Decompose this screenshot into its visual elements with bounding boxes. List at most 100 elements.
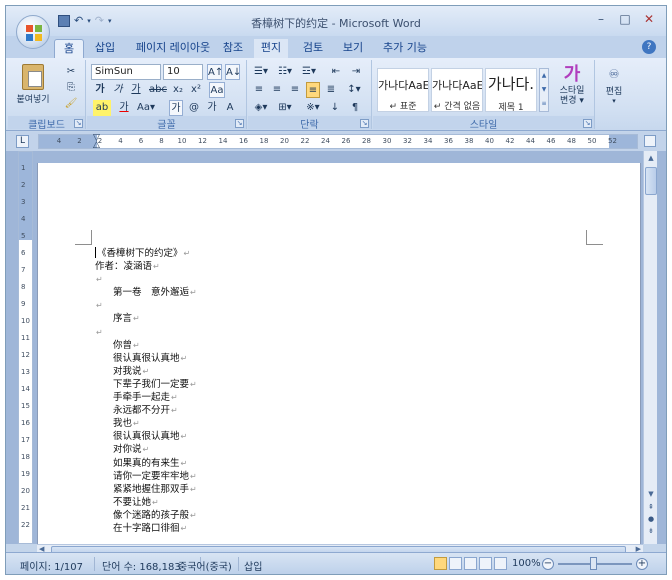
align-left-icon[interactable]: ≡ bbox=[252, 82, 266, 98]
tab-mailings[interactable]: 편지 bbox=[254, 39, 288, 58]
insert-mode[interactable]: 삽입 bbox=[244, 558, 262, 573]
office-button[interactable] bbox=[16, 15, 50, 49]
font-name-input[interactable]: SimSun bbox=[91, 64, 161, 80]
font-size-input[interactable]: 10 bbox=[163, 64, 203, 80]
document-line[interactable]: 你曾↵ bbox=[95, 339, 575, 352]
scroll-up-icon[interactable]: ▲ bbox=[645, 151, 657, 165]
tab-view[interactable]: 보기 bbox=[338, 39, 368, 58]
print-layout-icon[interactable] bbox=[434, 557, 447, 570]
cut-icon[interactable]: ✂ bbox=[64, 64, 78, 80]
scroll-down-icon[interactable]: ▼ bbox=[645, 487, 657, 501]
full-screen-reading-icon[interactable] bbox=[449, 557, 462, 570]
next-page-icon[interactable]: ⇟ bbox=[646, 527, 656, 537]
previous-page-icon[interactable]: ⇞ bbox=[646, 503, 656, 513]
style-heading1[interactable]: 가나다. 제목 1 bbox=[485, 68, 537, 113]
strikethrough-icon[interactable]: abc bbox=[149, 82, 167, 98]
style-normal[interactable]: 가나다AaE ↵ 표준 bbox=[377, 68, 429, 112]
clear-format-icon[interactable]: A bbox=[223, 100, 237, 116]
browse-object-icon[interactable]: ● bbox=[646, 515, 656, 525]
document-line[interactable]: 如果真的有来生↵ bbox=[95, 457, 575, 470]
shrink-font-icon[interactable]: A↓ bbox=[225, 64, 241, 80]
document-page[interactable]: 《香樟树下的约定》↵ 作者：凌涵语↵ ↵ 第一卷 意外邂逅↵ ↵ 序言↵ ↵ 你曾↵ 很认真很认… bbox=[37, 163, 641, 544]
paragraph-launcher-icon[interactable]: ↘ bbox=[360, 119, 369, 128]
styles-scroll[interactable]: ▲ ▼ ≡ bbox=[539, 68, 549, 112]
bold-icon[interactable]: 가 bbox=[93, 82, 107, 98]
document-line[interactable]: 《香樟树下的约定》↵ bbox=[95, 247, 575, 260]
tab-selector[interactable]: L bbox=[16, 135, 29, 148]
document-line[interactable]: 作者：凌涵语↵ bbox=[95, 260, 575, 273]
document-line[interactable]: ↵ bbox=[95, 299, 575, 312]
font-size-menu-icon[interactable]: Aa▾ bbox=[137, 100, 155, 116]
vertical-scrollbar[interactable]: ▲ ▼ ⇞ ● ⇟ bbox=[643, 151, 657, 544]
change-case-icon[interactable]: Aa bbox=[209, 82, 225, 98]
document-line[interactable]: 像个迷路的孩子般↵ bbox=[95, 509, 575, 522]
clipboard-launcher-icon[interactable]: ↘ bbox=[74, 119, 83, 128]
tab-references[interactable]: 참조 bbox=[218, 39, 248, 58]
enclose-char-icon[interactable]: @ bbox=[187, 100, 201, 116]
format-painter-icon[interactable]: 🖌 bbox=[64, 96, 78, 112]
show-marks-icon[interactable]: ¶ bbox=[348, 100, 362, 116]
tab-page-layout[interactable]: 페이지 레이아웃 bbox=[130, 39, 216, 58]
tab-review[interactable]: 검토 bbox=[298, 39, 328, 58]
shading-icon[interactable]: ◈▾ bbox=[252, 100, 270, 116]
asian-layout-icon[interactable]: ※▾ bbox=[304, 100, 322, 116]
document-line[interactable]: 对你说↵ bbox=[95, 443, 575, 456]
language[interactable]: 중국어(중국) bbox=[178, 558, 232, 573]
vertical-scroll-thumb[interactable] bbox=[645, 167, 657, 195]
document-line[interactable]: ↵ bbox=[95, 326, 575, 339]
decrease-indent-icon[interactable]: ⇤ bbox=[328, 64, 344, 80]
line-spacing-icon[interactable]: ↕▾ bbox=[344, 82, 364, 98]
document-line[interactable]: 很认真很认真地↵ bbox=[95, 352, 575, 365]
superscript-icon[interactable]: x² bbox=[189, 82, 203, 98]
word-count[interactable]: 단어 수: 168,183 bbox=[102, 558, 181, 573]
underline-icon[interactable]: 가 bbox=[129, 82, 143, 98]
document-line[interactable]: 下辈子我们一定要↵ bbox=[95, 378, 575, 391]
document-line[interactable]: 第一卷 意外邂逅↵ bbox=[95, 286, 575, 299]
draft-icon[interactable] bbox=[494, 557, 507, 570]
align-center-icon[interactable]: ≡ bbox=[270, 82, 284, 98]
document-line[interactable]: 在十字路口徘徊↵ bbox=[95, 522, 575, 535]
zoom-slider-thumb[interactable] bbox=[590, 557, 597, 570]
font-launcher-icon[interactable]: ↘ bbox=[235, 119, 244, 128]
horizontal-ruler[interactable]: ▽ △ 4 2 2 4 6 8 10 12 14 16 18 20 22 24 26 28 30 32 34 36 38 4… bbox=[38, 134, 638, 150]
sort-icon[interactable]: ↓ bbox=[328, 100, 342, 116]
document-line[interactable]: 请你一定要牢牢地↵ bbox=[95, 470, 575, 483]
italic-icon[interactable]: 가 bbox=[111, 82, 125, 98]
copy-icon[interactable]: ⎘ bbox=[64, 80, 78, 96]
zoom-in-icon[interactable]: + bbox=[636, 558, 648, 570]
multilevel-list-icon[interactable]: ☲▾ bbox=[300, 64, 318, 80]
align-right-icon[interactable]: ≡ bbox=[288, 82, 302, 98]
bullets-icon[interactable]: ☰▾ bbox=[252, 64, 270, 80]
maximize-icon[interactable]: □ bbox=[614, 10, 636, 28]
outline-icon[interactable] bbox=[479, 557, 492, 570]
document-line[interactable]: 永远都不分开↵ bbox=[95, 404, 575, 417]
editing-button[interactable]: ♾ 편집 ▾ bbox=[600, 64, 628, 110]
tab-add-ins[interactable]: 추가 기능 bbox=[380, 39, 430, 58]
borders-icon[interactable]: ⊞▾ bbox=[276, 100, 294, 116]
subscript-icon[interactable]: x₂ bbox=[171, 82, 185, 98]
tab-home[interactable]: 홈 bbox=[54, 39, 84, 58]
page-count[interactable]: 페이지: 1/107 bbox=[20, 558, 83, 573]
styles-launcher-icon[interactable]: ↘ bbox=[583, 119, 592, 128]
minimize-icon[interactable]: – bbox=[590, 10, 612, 28]
document-line[interactable]: 很认真很认真地↵ bbox=[95, 430, 575, 443]
help-icon[interactable]: ? bbox=[642, 40, 656, 54]
font-color-icon[interactable]: 가 bbox=[115, 100, 133, 116]
increase-indent-icon[interactable]: ⇥ bbox=[348, 64, 364, 80]
document-line[interactable]: 序言↵ bbox=[95, 312, 575, 325]
document-line[interactable]: 紧紧地握住那双手↵ bbox=[95, 483, 575, 496]
web-layout-icon[interactable] bbox=[464, 557, 477, 570]
distributed-icon[interactable]: ≣ bbox=[324, 82, 338, 98]
change-styles-button[interactable]: 가 스타일 변경 ▾ bbox=[553, 64, 591, 114]
char-shading-icon[interactable]: 가 bbox=[169, 100, 183, 116]
document-line[interactable]: ↵ bbox=[95, 273, 575, 286]
document-line[interactable]: 手牵手一起走↵ bbox=[95, 391, 575, 404]
view-ruler-icon[interactable] bbox=[644, 135, 656, 147]
grow-font-icon[interactable]: A↑ bbox=[207, 64, 223, 80]
document-line[interactable]: 我也↵ bbox=[95, 417, 575, 430]
vertical-ruler[interactable]: 1 2 3 4 5 6 7 8 9 10 11 12 13 14 15 16 17 18 19 20 21 22 bbox=[18, 151, 33, 544]
document-line[interactable]: 对我说↵ bbox=[95, 365, 575, 378]
tab-insert[interactable]: 삽입 bbox=[90, 39, 120, 58]
close-icon[interactable]: ✕ bbox=[638, 10, 660, 28]
numbering-icon[interactable]: ☷▾ bbox=[276, 64, 294, 80]
